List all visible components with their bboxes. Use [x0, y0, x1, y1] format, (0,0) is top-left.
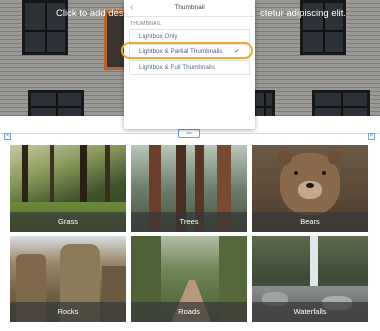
section-label: THUMBNAIL [130, 21, 162, 27]
panel-title: Thumbnail [174, 4, 205, 11]
tile-caption: Roads [131, 302, 247, 322]
option-lightbox-full-thumbnails[interactable]: Lightbox & Full Thumbnails [129, 60, 250, 75]
window [312, 90, 370, 116]
banner-description-text-tail[interactable]: ctetur adipiscing elit. [260, 8, 346, 19]
gallery-tile-roads[interactable]: Roads [131, 236, 247, 322]
tile-caption: Trees [131, 212, 247, 232]
window [253, 90, 275, 116]
tile-caption: Grass [10, 212, 126, 232]
corner-close-icon[interactable]: ✕ [4, 133, 11, 140]
panel-header: ‹ Thumbnail [124, 0, 255, 17]
gallery-tile-bears[interactable]: Bears [252, 145, 368, 232]
option-label: Lightbox & Full Thumbnails [139, 64, 215, 71]
thumbnail-settings-panel: ‹ Thumbnail THUMBNAIL Lightbox Only Ligh… [124, 0, 255, 129]
option-label: Lightbox Only [139, 33, 178, 40]
gallery-tile-waterfalls[interactable]: Waterfalls [252, 236, 368, 322]
selection-highlight-ring [121, 42, 253, 59]
tile-caption: Waterfalls [252, 302, 368, 322]
tile-caption: Rocks [10, 302, 126, 322]
gallery-tile-grass[interactable]: Grass [10, 145, 126, 232]
window [28, 90, 84, 116]
gallery-tile-rocks[interactable]: Rocks [10, 236, 126, 322]
section-drag-handle[interactable]: ═ [178, 129, 200, 138]
gallery-tile-trees[interactable]: Trees [131, 145, 247, 232]
tile-caption: Bears [252, 212, 368, 232]
corner-close-icon[interactable]: ✕ [368, 133, 375, 140]
